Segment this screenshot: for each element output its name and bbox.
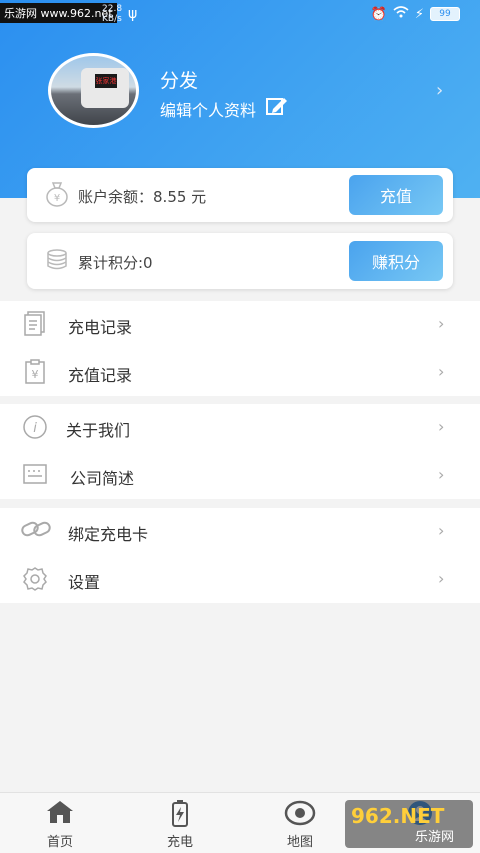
- recharge-button[interactable]: 充值: [349, 175, 443, 215]
- balance-text: 账户余额：8.55 元: [78, 186, 206, 207]
- points-label: 累计积分:0: [78, 254, 153, 272]
- link-icon: [20, 518, 52, 544]
- money-bag-icon: ¥: [45, 181, 69, 212]
- info-icon: i: [22, 414, 48, 440]
- document-icon: [22, 311, 48, 337]
- menu-group-settings: 绑定充电卡 › 设置 ›: [0, 508, 480, 603]
- menu-label: 设置: [68, 573, 101, 592]
- menu-item-about-us[interactable]: i 关于我们 ›: [0, 404, 480, 451]
- balance-label: 账户余额：: [78, 188, 154, 206]
- menu-label: 充值记录: [68, 366, 133, 385]
- battery-charge-icon: [160, 799, 200, 827]
- coins-icon: [45, 248, 69, 277]
- tab-home[interactable]: 首页: [0, 793, 120, 853]
- brand-watermark: 962.NET 乐游网: [345, 800, 473, 848]
- menu-item-settings[interactable]: 设置 ›: [0, 556, 480, 603]
- svg-text:¥: ¥: [32, 368, 39, 381]
- edit-icon: [266, 96, 288, 121]
- chevron-right-icon: ›: [438, 569, 445, 588]
- menu-item-company-intro[interactable]: 公司简述 ›: [0, 452, 480, 499]
- menu-item-recharge-records[interactable]: ¥ 充值记录 ›: [0, 349, 480, 396]
- home-icon: [40, 799, 80, 827]
- charging-icon: ⚡: [414, 6, 424, 22]
- menu-label: 绑定充电卡: [68, 525, 149, 544]
- tab-label: 地图: [286, 835, 313, 850]
- chevron-right-icon: ›: [438, 314, 445, 333]
- chevron-right-icon: ›: [438, 465, 445, 484]
- svg-text:¥: ¥: [54, 193, 60, 204]
- chevron-right-icon: ›: [438, 362, 445, 381]
- net-speed: 22.8 KB/s: [102, 4, 122, 24]
- menu-label: 充电记录: [68, 318, 133, 337]
- chevron-right-icon: ›: [438, 417, 445, 436]
- tab-label: 充电: [166, 835, 193, 850]
- card-text-icon: [22, 462, 48, 488]
- brand-watermark-name: 乐游网: [415, 830, 455, 845]
- yen-clipboard-icon: ¥: [22, 359, 48, 385]
- avatar[interactable]: 张家港: [48, 53, 139, 128]
- map-pin-icon: [280, 799, 320, 827]
- menu-item-charge-records[interactable]: 充电记录 ›: [0, 301, 480, 348]
- balance-amount: 8.55 元: [153, 188, 207, 206]
- edit-profile-link[interactable]: 编辑个人资料: [160, 96, 288, 121]
- usb-icon: ψ: [128, 6, 138, 22]
- menu-item-bind-card[interactable]: 绑定充电卡 ›: [0, 508, 480, 555]
- wifi-icon: [393, 6, 409, 22]
- net-speed-unit: KB/s: [102, 14, 122, 24]
- status-bar: 乐游网 www.962.net 22.8 KB/s ψ ⏰ ⚡ 99: [0, 0, 480, 30]
- balance-card: ¥ 账户余额：8.55 元 充值: [27, 168, 453, 222]
- tab-label: 首页: [46, 835, 73, 850]
- username: 分发: [160, 70, 199, 92]
- tab-map[interactable]: 地图: [240, 793, 360, 853]
- points-card: 累计积分:0 赚积分: [27, 233, 453, 289]
- tab-charge[interactable]: 充电: [120, 793, 240, 853]
- svg-text:i: i: [33, 421, 37, 436]
- chevron-right-icon: ›: [438, 521, 445, 540]
- edit-profile-label: 编辑个人资料: [160, 100, 257, 120]
- earn-points-button[interactable]: 赚积分: [349, 241, 443, 281]
- brand-watermark-domain: 962.NET: [351, 804, 445, 828]
- menu-group-about: i 关于我们 › 公司简述 ›: [0, 404, 480, 499]
- net-speed-value: 22.8: [102, 4, 123, 14]
- site-watermark: 乐游网 www.962.net: [0, 3, 117, 23]
- avatar-sign: 张家港: [95, 74, 117, 88]
- menu-group-records: 充电记录 › ¥ 充值记录 ›: [0, 301, 480, 396]
- chevron-right-icon[interactable]: ›: [436, 80, 443, 101]
- menu-label: 公司简述: [70, 469, 135, 488]
- menu-label: 关于我们: [66, 421, 131, 440]
- gear-icon: [22, 566, 48, 592]
- alarm-icon: ⏰: [370, 6, 387, 22]
- battery-indicator: 99: [430, 7, 460, 21]
- status-icons: ⏰ ⚡ 99: [371, 6, 460, 22]
